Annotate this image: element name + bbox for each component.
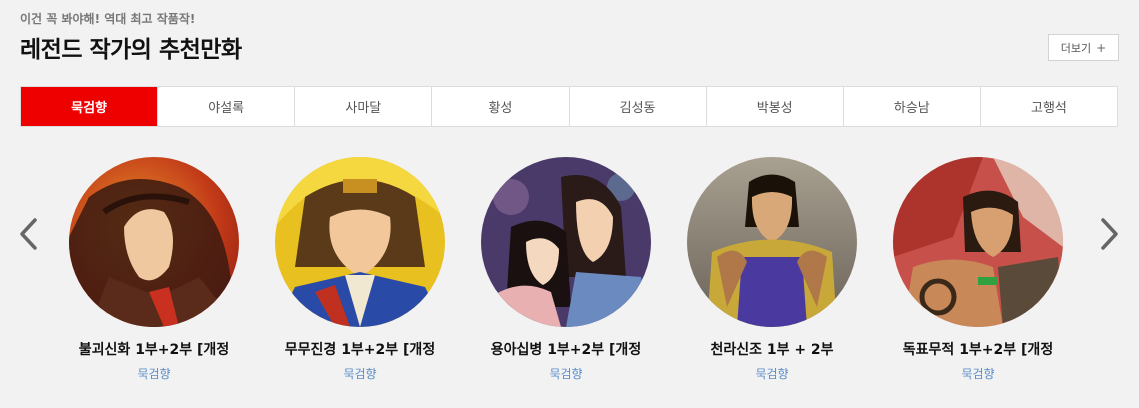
comic-author[interactable]: 묵검향 xyxy=(755,365,788,382)
comic-author[interactable]: 묵검향 xyxy=(343,365,376,382)
tab-author-3[interactable]: 사마달 xyxy=(294,87,431,126)
tab-author-2[interactable]: 야설록 xyxy=(157,87,294,126)
comic-card[interactable]: 불괴신화 1부+2부 [개정 묵검향 xyxy=(51,157,257,382)
comic-card[interactable]: 천라신조 1부 + 2부 묵검향 xyxy=(669,157,875,382)
comic-thumbnail[interactable] xyxy=(69,157,239,327)
comic-card[interactable]: 독표무적 1부+2부 [개정 묵검향 xyxy=(875,157,1081,382)
plus-icon: + xyxy=(1096,40,1107,55)
tab-author-6[interactable]: 박봉성 xyxy=(705,87,843,126)
comic-thumbnail[interactable] xyxy=(481,157,651,327)
comic-author[interactable]: 묵검향 xyxy=(137,365,170,382)
comic-thumbnail[interactable] xyxy=(687,157,857,327)
carousel-prev-button[interactable] xyxy=(16,214,40,254)
section-subtitle: 이건 꼭 봐야해! 역대 최고 작품작! xyxy=(20,12,196,26)
comic-title[interactable]: 용아십병 1부+2부 [개정 xyxy=(491,339,641,359)
more-button-label: 더보기 xyxy=(1060,41,1092,55)
tab-author-4[interactable]: 황성 xyxy=(431,87,568,126)
comic-title[interactable]: 무무진경 1부+2부 [개정 xyxy=(285,339,435,359)
author-tabs: 묵검향 야설록 사마달 황성 김성동 박봉성 하승남 고행석 xyxy=(20,86,1118,127)
section-title: 레전드 작가의 추천만화 xyxy=(20,37,242,63)
carousel-next-button[interactable] xyxy=(1098,214,1122,254)
comic-title[interactable]: 불괴신화 1부+2부 [개정 xyxy=(79,339,229,359)
comic-card[interactable]: 무무진경 1부+2부 [개정 묵검향 xyxy=(257,157,463,382)
comic-title[interactable]: 천라신조 1부 + 2부 xyxy=(710,339,833,359)
tab-author-5[interactable]: 김성동 xyxy=(568,87,706,126)
comic-title[interactable]: 독표무적 1부+2부 [개정 xyxy=(903,339,1053,359)
comic-thumbnail[interactable] xyxy=(275,157,445,327)
chevron-right-icon xyxy=(1101,218,1118,250)
comic-card[interactable]: 용아십병 1부+2부 [개정 묵검향 xyxy=(463,157,669,382)
comic-thumbnail[interactable] xyxy=(893,157,1063,327)
tab-author-7[interactable]: 하승남 xyxy=(842,87,980,126)
comic-author[interactable]: 묵검향 xyxy=(549,365,582,382)
tab-author-8[interactable]: 고행석 xyxy=(979,87,1117,126)
tab-author-1[interactable]: 묵검향 xyxy=(21,87,158,126)
more-button[interactable]: 더보기 + xyxy=(1048,34,1119,61)
comic-author[interactable]: 묵검향 xyxy=(961,365,994,382)
chevron-left-icon xyxy=(20,218,37,250)
